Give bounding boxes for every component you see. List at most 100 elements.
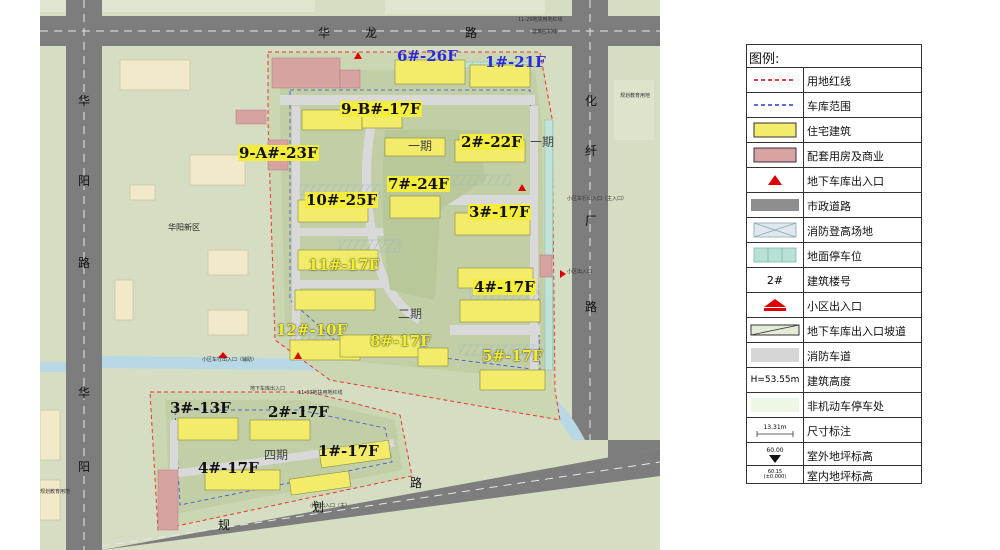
legend-label: 非机动车停车处: [807, 400, 884, 413]
note-north-redline: 11-29地块用地红线: [518, 17, 563, 23]
road-label-north-3: 路: [465, 26, 478, 40]
light-green-box-icon: [747, 393, 804, 417]
legend-label: 地下车库出入口: [807, 175, 884, 188]
legend-row-garage-entrance: 地下车库出入口: [747, 167, 921, 192]
legend-label: 建筑楼号: [807, 275, 851, 288]
building-number-symbol: 2#: [747, 268, 804, 292]
parking-box-icon: [747, 243, 804, 267]
legend-row-height: H=53.55m 建筑高度: [747, 367, 921, 392]
legend-label: 用地红线: [807, 75, 851, 88]
legend-row-commercial: 配套用房及商业: [747, 142, 921, 167]
entrance-icon: [747, 293, 804, 317]
road-label-south-3: 路: [410, 476, 423, 490]
building-label: 7#-24F: [387, 175, 450, 193]
legend-row-parking: 地面停车位: [747, 242, 921, 267]
building-label: 10#-25F: [305, 191, 379, 209]
note-right-top: 规划教育用地: [620, 93, 651, 99]
note-east-entrance-2: 小区车行出入口（主入口）: [567, 196, 628, 202]
legend-label: 小区出入口: [807, 300, 862, 313]
road-label-west-1: 华: [78, 94, 91, 108]
district-label: 华阳新区: [168, 223, 200, 232]
note-south-gate: 小区出入口（主）: [310, 503, 351, 509]
road-label-west-4: 华: [78, 386, 91, 400]
building-label: 5#-17F: [482, 347, 543, 365]
legend-row-outdoor-elev: 60.00 室外地坪标高: [747, 442, 921, 467]
building-number-sample: 2#: [766, 273, 784, 287]
building-label: 11#-17F: [308, 256, 380, 274]
note-control-line: 建筑控制线: [532, 29, 558, 35]
yellow-box-icon: [747, 118, 804, 142]
light-gray-box-icon: [747, 343, 804, 367]
legend-label: 住宅建筑: [807, 125, 851, 138]
outdoor-elevation-icon: 60.00: [747, 443, 804, 467]
road-label-south-1: 规: [218, 518, 231, 532]
legend-label: 市政道路: [807, 200, 851, 213]
road-label-east-1: 化: [585, 94, 598, 108]
legend-row-residential: 住宅建筑: [747, 117, 921, 142]
indoor-elev-sub: (±0.000): [763, 473, 787, 480]
road-label-east-3: 厂: [585, 214, 598, 228]
note-south-redline: 11-30地块用地红线: [298, 390, 343, 396]
site-plan-map: 华 龙 路 华 阳 路 华 阳 化 纤 厂 路 路 划 规 一期 一期 二期 四…: [40, 0, 660, 550]
building-label: 6#-26F: [397, 47, 458, 65]
legend: 图例: 用地红线 车库范围 住宅建筑 配套用房及商业 地下车库出入口 市政道路: [746, 44, 922, 484]
building-label: 4#-17F: [198, 459, 259, 477]
building-label: 2#-17F: [268, 403, 329, 421]
building-label: 4#-17F: [473, 278, 536, 296]
building-label: 9-A#-23F: [238, 144, 319, 162]
road-label-west-5: 阳: [78, 460, 91, 474]
blue-dashed-line-icon: [747, 93, 804, 117]
legend-row-community-entrance: 小区出入口: [747, 292, 921, 317]
building-label: 3#-13F: [170, 399, 231, 417]
building-label: 8#-17F: [370, 332, 431, 350]
note-west-entrance: 小区车行出入口（辅助）: [202, 357, 258, 363]
legend-label: 室外地坪标高: [807, 450, 873, 463]
legend-label: 室内地坪标高: [807, 470, 873, 483]
legend-label: 消防车道: [807, 350, 851, 363]
legend-row-red-line: 用地红线: [747, 67, 921, 92]
building-label: 12#-10F: [276, 321, 348, 339]
building-label: 3#-17F: [468, 203, 531, 221]
road-label-north-1: 华: [318, 26, 331, 40]
building-label: 9-B#-17F: [340, 100, 422, 118]
road-label-west-3: 路: [78, 256, 91, 270]
legend-row-garage-extent: 车库范围: [747, 92, 921, 117]
legend-row-fire-site: 消防登高场地: [747, 217, 921, 242]
legend-row-building-number: 2# 建筑楼号: [747, 267, 921, 292]
road-label-north-2: 龙: [365, 26, 378, 40]
red-triangle-icon: [747, 168, 804, 192]
legend-label: 尺寸标注: [807, 425, 851, 438]
note-garage-south: 地下车库出入口: [250, 386, 286, 392]
height-symbol: H=53.55m: [747, 368, 804, 392]
building-label: 1#-21F: [485, 53, 546, 71]
legend-label: 消防登高场地: [807, 225, 873, 238]
dimension-sample: 13.31m: [763, 423, 787, 431]
note-east-entrance: 小区出入口: [567, 269, 593, 275]
legend-row-municipal-road: 市政道路: [747, 192, 921, 217]
phase-label-2: 二期: [398, 307, 423, 321]
note-bottom-left: 规划教育用地: [40, 489, 71, 495]
indoor-elevation-icon: 60.15 (±0.000): [747, 466, 804, 483]
height-sample: H=53.55m: [750, 375, 800, 385]
legend-label: 配套用房及商业: [807, 150, 884, 163]
site-plan-drawing: [40, 0, 660, 550]
phase-label-1: 一期: [408, 139, 433, 153]
legend-row-dimension: 13.31m 尺寸标注: [747, 417, 921, 442]
legend-label: 地下车库出入口坡道: [807, 325, 906, 338]
outdoor-elev-sample: 60.00: [766, 446, 784, 454]
building-label: 1#-17F: [318, 442, 379, 460]
legend-label: 地面停车位: [807, 250, 862, 263]
phase-label-4: 四期: [264, 448, 289, 462]
legend-row-indoor-elev: 60.15 (±0.000) 室内地坪标高: [747, 465, 921, 483]
legend-label: 车库范围: [807, 100, 851, 113]
legend-row-fire-lane: 消防车道: [747, 342, 921, 367]
legend-title: 图例:: [749, 52, 780, 67]
road-label-east-4: 路: [585, 300, 598, 314]
building-label: 2#-22F: [460, 133, 523, 151]
hatched-box-icon: [747, 218, 804, 242]
legend-label: 建筑高度: [807, 375, 851, 388]
pink-box-icon: [747, 143, 804, 167]
gray-bar-icon: [747, 193, 804, 217]
road-label-west-2: 阳: [78, 174, 91, 188]
phase-label-1b: 一期: [530, 135, 555, 149]
